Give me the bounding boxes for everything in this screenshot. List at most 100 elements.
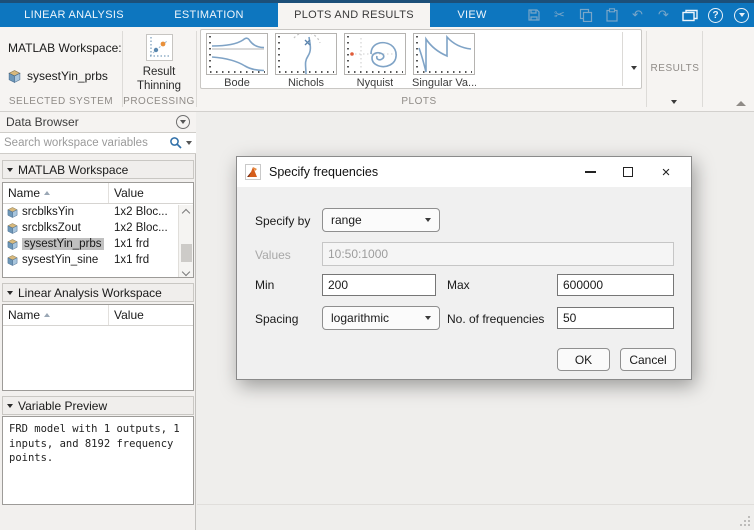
specify-by-dropdown[interactable]: range <box>322 208 440 232</box>
specify-by-label: Specify by <box>255 214 311 228</box>
close-button[interactable]: × <box>647 157 685 187</box>
save-icon[interactable] <box>525 7 542 24</box>
matlab-logo-icon <box>245 164 261 180</box>
copy-icon[interactable] <box>577 7 594 24</box>
section-label-processing: PROCESSING <box>123 96 195 107</box>
tab-linear-analysis[interactable]: LINEAR ANALYSIS <box>8 3 140 27</box>
plot-label: Nichols <box>287 77 325 89</box>
results-section[interactable]: RESULTS <box>648 27 702 111</box>
redo-icon[interactable]: ↷ <box>655 7 672 24</box>
toolstrip-ribbon: MATLAB Workspace: sysestYin_prbs SELECTE… <box>0 27 754 112</box>
plot-item-bode[interactable]: Bode <box>204 33 270 89</box>
variable-value: 1x1 frd <box>114 238 150 250</box>
result-thinning-icon <box>145 34 173 61</box>
chevron-down-icon <box>425 218 431 222</box>
variable-name: srcblksZout <box>22 222 81 234</box>
more-icon[interactable] <box>733 7 750 24</box>
variable-preview-section-header[interactable]: Variable Preview <box>2 396 194 415</box>
variable-cube-icon <box>7 238 18 250</box>
specify-frequencies-dialog: Specify frequencies × Specify by range V… <box>236 156 692 380</box>
minimize-icon <box>584 171 596 173</box>
matlab-workspace-section-header[interactable]: MATLAB Workspace <box>2 160 194 179</box>
spacing-label: Spacing <box>255 312 299 326</box>
table-scrollbar[interactable] <box>178 205 193 277</box>
ribbon-separator <box>646 31 647 107</box>
plot-label: Bode <box>224 77 250 89</box>
close-icon: × <box>661 163 671 181</box>
result-thinning-button[interactable]: Result Thinning <box>124 31 194 97</box>
gallery-expand-button[interactable] <box>631 57 637 75</box>
linear-analysis-tool-window: LINEAR ANALYSIS ESTIMATION PLOTS AND RES… <box>0 0 754 530</box>
variable-cube-icon <box>7 222 18 234</box>
spacing-dropdown[interactable]: logarithmic <box>322 306 440 330</box>
result-thinning-label: Result Thinning <box>136 66 182 93</box>
quick-access-toolbar: ✂ ↶ ↷ ? <box>525 3 750 27</box>
toolstrip-tabbar: LINEAR ANALYSIS ESTIMATION PLOTS AND RES… <box>0 3 754 27</box>
results-dropdown-icon[interactable] <box>671 91 677 109</box>
column-header-name[interactable]: Name <box>8 186 40 200</box>
selected-system-dropdown[interactable]: sysestYin_prbs <box>8 69 108 83</box>
ribbon-separator <box>702 31 703 107</box>
search-input[interactable] <box>4 137 169 149</box>
column-header-value[interactable]: Value <box>109 186 144 200</box>
tab-estimation[interactable]: ESTIMATION <box>140 3 278 27</box>
nichols-plot-icon <box>275 31 337 75</box>
table-row[interactable]: srcblksYin 1x2 Bloc... <box>3 204 193 220</box>
search-icon[interactable] <box>169 136 183 150</box>
plots-gallery: Bode Nichols Nyquist Singular Va... <box>200 29 642 89</box>
workspace-search <box>0 133 196 154</box>
table-row[interactable]: sysestYin_sine 1x1 frd <box>3 252 193 268</box>
help-icon[interactable]: ? <box>707 7 724 24</box>
search-options-icon[interactable] <box>186 141 192 145</box>
dialog-title: Specify frequencies <box>269 165 379 179</box>
variable-cube-icon <box>7 206 18 218</box>
undo-icon[interactable]: ↶ <box>629 7 646 24</box>
section-label-results: RESULTS <box>650 63 700 74</box>
tab-view[interactable]: VIEW <box>430 3 514 27</box>
column-header-name[interactable]: Name <box>8 308 40 322</box>
scrollbar-thumb[interactable] <box>180 244 192 262</box>
table-row[interactable]: srcblksZout 1x2 Bloc... <box>3 220 193 236</box>
section-label-selected-system: SELECTED SYSTEM <box>8 96 114 107</box>
gallery-divider <box>622 32 623 86</box>
dock-icon[interactable] <box>681 7 698 24</box>
cut-icon[interactable]: ✂ <box>551 7 568 24</box>
singular-values-plot-icon <box>413 33 475 75</box>
specify-by-value: range <box>331 213 362 227</box>
section-title: Variable Preview <box>18 398 108 413</box>
table-header-row: Name Value <box>3 305 193 326</box>
variable-cube-icon <box>8 69 21 83</box>
num-frequencies-field[interactable] <box>557 307 674 329</box>
minimize-button[interactable] <box>571 157 609 187</box>
variable-cube-icon <box>7 254 18 266</box>
data-browser-header: Data Browser <box>0 112 196 133</box>
matlab-workspace-table: Name Value srcblksYin 1x2 Bloc... srcblk… <box>2 182 194 278</box>
scroll-down-icon[interactable] <box>181 267 191 277</box>
max-field[interactable] <box>557 274 674 296</box>
column-header-value[interactable]: Value <box>109 308 144 322</box>
cancel-button[interactable]: Cancel <box>620 348 676 371</box>
maximize-button[interactable] <box>609 157 647 187</box>
tab-plots-and-results[interactable]: PLOTS AND RESULTS <box>278 3 430 27</box>
scroll-up-icon[interactable] <box>181 208 191 218</box>
sort-ascending-icon <box>44 313 51 317</box>
paste-icon[interactable] <box>603 7 620 24</box>
minimize-ribbon-button[interactable] <box>736 93 750 106</box>
variable-name: sysestYin_sine <box>22 254 99 266</box>
linear-analysis-workspace-section-header[interactable]: Linear Analysis Workspace <box>2 283 194 302</box>
section-title: MATLAB Workspace <box>18 162 129 177</box>
plot-item-nyquist[interactable]: Nyquist <box>342 33 408 89</box>
ok-button[interactable]: OK <box>557 348 610 371</box>
sort-ascending-icon <box>44 191 51 195</box>
plot-item-singular-values[interactable]: Singular Va... <box>411 33 477 89</box>
table-row-selected[interactable]: sysestYin_prbs 1x1 frd <box>3 236 193 252</box>
values-field[interactable] <box>322 242 674 266</box>
dialog-titlebar[interactable]: Specify frequencies × <box>237 157 691 187</box>
plot-item-nichols[interactable]: Nichols <box>273 31 339 89</box>
resize-grip[interactable] <box>739 515 751 527</box>
data-browser-title: Data Browser <box>6 115 79 129</box>
panel-menu-icon[interactable] <box>176 115 190 129</box>
plot-label: Nyquist <box>356 77 394 89</box>
min-field[interactable] <box>322 274 436 296</box>
max-label: Max <box>447 278 470 292</box>
